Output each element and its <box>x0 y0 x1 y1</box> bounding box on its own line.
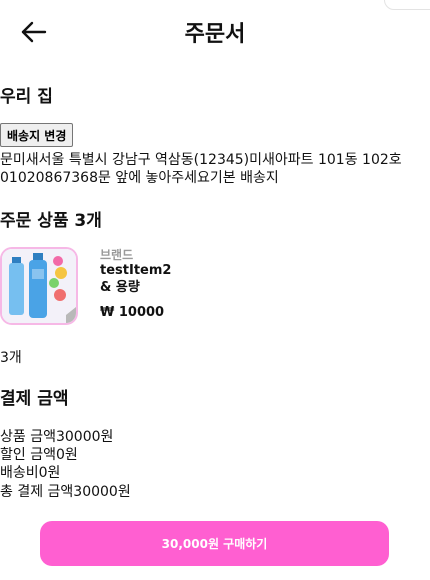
address-name: 우리 집 <box>0 87 53 107</box>
total-amount: 총 결제 금액30000원 <box>0 484 131 500</box>
purchase-button[interactable]: 30,000원 구매하기 <box>40 521 389 566</box>
product-brand: 브랜드 <box>100 248 134 262</box>
discount-amount: 할인 금액0원 <box>0 447 78 463</box>
product-name-line: testItem2 <box>100 263 172 278</box>
shipping-fee: 배송비0원 <box>0 465 61 481</box>
payment-title: 결제 금액 <box>0 389 69 409</box>
product-quantity: 3개 <box>0 350 22 366</box>
address-contact-line: 01020867368문 앞에 놓아주세요기본 배송지 <box>0 170 279 186</box>
header: 주문서 <box>0 0 430 64</box>
product-image[interactable] <box>0 247 78 325</box>
order-products-title: 주문 상품 3개 <box>0 211 102 231</box>
page-title: 주문서 <box>184 22 246 47</box>
product-photo <box>2 249 76 323</box>
product-amount: 상품 금액30000원 <box>0 429 114 445</box>
product-name[interactable]: testItem2 & 용량 <box>100 262 171 296</box>
product-option-line: & 용량 <box>100 280 140 295</box>
product-price: ₩ 10000 <box>100 305 165 320</box>
address-line: 문미새서울 특별시 강남구 역삼동(12345)미새아파트 101동 102호 <box>0 152 402 168</box>
change-address-button[interactable]: 배송지 변경 <box>0 123 74 147</box>
